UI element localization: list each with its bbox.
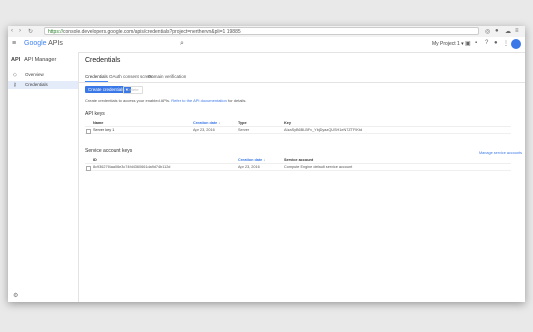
api-key-name[interactable]: Server key 1 — [93, 127, 114, 133]
header-name[interactable]: Name — [93, 120, 103, 126]
header-key[interactable]: Key — [284, 120, 291, 126]
delete-button[interactable]: Delete — [123, 86, 143, 94]
address-bar[interactable]: https://console.developers.google.com/ap… — [44, 27, 479, 35]
app-top-bar: ≡ Google APIs ⌕ My Project 1 ▾ ▣ ▪ ? ● ⋮ — [8, 37, 525, 53]
sidebar: API API Manager ◇ Overview ⚷ Credentials … — [8, 52, 79, 302]
header-id[interactable]: ID — [93, 157, 97, 163]
search-icon[interactable]: ⌕ — [180, 40, 184, 48]
extension-icon-3[interactable]: ☁ — [505, 28, 511, 35]
google-apis-logo[interactable]: Google APIs — [24, 40, 63, 47]
key-icon: ⚷ — [13, 82, 17, 88]
address-secure: https:// — [48, 29, 64, 35]
sidebar-title-text: API Manager — [24, 57, 57, 63]
api-key-created: Apr 23, 2016 — [193, 128, 215, 132]
description-text: Create credentials to access your enable… — [85, 98, 172, 103]
logo-product: APIs — [46, 40, 63, 47]
api-keys-header-row: Name Creation date ↓ Type Key — [85, 120, 511, 127]
tab-domain-verification[interactable]: Domain verification — [148, 74, 186, 79]
avatar[interactable] — [511, 39, 521, 49]
api-key-value: AIzaSyB6BLBFv_YbjDyazQUSH1eN7ZTFIKtd — [284, 128, 363, 132]
service-keys-header-row: ID Creation date ↓ Service account — [85, 157, 511, 164]
sidebar-title: API API Manager — [11, 57, 56, 63]
service-key-id: 8c93627f4aa06e3c74fd4360661da9d74b112d — [93, 165, 171, 169]
header-type[interactable]: Type — [238, 120, 247, 126]
reload-icon[interactable]: ↻ — [28, 28, 33, 35]
service-key-account: Compute Engine default service account — [284, 165, 353, 169]
tab-bar: Credentials OAuth consent screen Domain … — [79, 72, 525, 83]
manage-service-accounts-link[interactable]: Manage service accounts — [479, 151, 522, 155]
back-icon[interactable]: ‹ — [11, 28, 13, 34]
table-row[interactable]: Server key 1 Apr 23, 2016 Server AIzaSyB… — [85, 127, 511, 134]
logo-brand: Google — [24, 40, 47, 47]
service-account-keys-heading: Service account keys — [85, 148, 133, 154]
main-content: Credentials Credentials OAuth consent sc… — [79, 52, 525, 302]
apps-icon[interactable]: ▣ — [465, 40, 471, 47]
tab-oauth-consent-screen[interactable]: OAuth consent screen — [109, 74, 154, 79]
service-key-created: Apr 23, 2016 — [238, 165, 260, 169]
hamburger-menu-icon[interactable]: ≡ — [12, 40, 16, 47]
sidebar-item-credentials[interactable]: ⚷ Credentials — [8, 81, 78, 89]
more-options-icon[interactable]: ⋮ — [503, 40, 509, 47]
row-checkbox[interactable] — [86, 128, 91, 134]
address-url: console.developers.google.com/apis/crede… — [63, 29, 241, 35]
cloud-shell-icon[interactable]: ▪ — [475, 40, 477, 46]
browser-menu-icon[interactable]: ≡ — [515, 28, 519, 34]
api-documentation-link[interactable]: Refer to the API documentation — [171, 98, 227, 103]
header-creation-date[interactable]: Creation date ↓ — [238, 157, 265, 163]
table-row[interactable]: 8c93627f4aa06e3c74fd4360661da9d74b112d A… — [85, 164, 511, 171]
tab-credentials[interactable]: Credentials — [85, 74, 108, 82]
header-service-account[interactable]: Service account — [284, 157, 313, 163]
page-title: Credentials — [85, 57, 121, 64]
help-icon[interactable]: ? — [485, 40, 488, 46]
notifications-icon[interactable]: ● — [494, 40, 498, 46]
overview-icon: ◇ — [13, 72, 17, 78]
sidebar-item-label: Credentials — [25, 82, 48, 87]
description: Create credentials to access your enable… — [85, 98, 246, 103]
settings-icon[interactable]: ⚙ — [13, 292, 18, 299]
description-tail: for details. — [226, 98, 247, 103]
api-keys-heading: API keys — [85, 111, 105, 117]
sidebar-item-overview[interactable]: ◇ Overview — [8, 71, 78, 79]
extension-icon-2[interactable]: ● — [495, 28, 499, 34]
extension-icon[interactable]: ◎ — [485, 28, 490, 35]
sidebar-item-label: Overview — [25, 72, 44, 77]
header-creation-date[interactable]: Creation date ↓ — [193, 120, 220, 126]
row-checkbox[interactable] — [86, 165, 91, 171]
project-selector[interactable]: My Project 1 ▾ — [432, 41, 464, 47]
api-key-type: Server — [238, 128, 250, 132]
sidebar-title-abbr: API — [11, 57, 21, 63]
forward-icon[interactable]: › — [19, 28, 21, 34]
